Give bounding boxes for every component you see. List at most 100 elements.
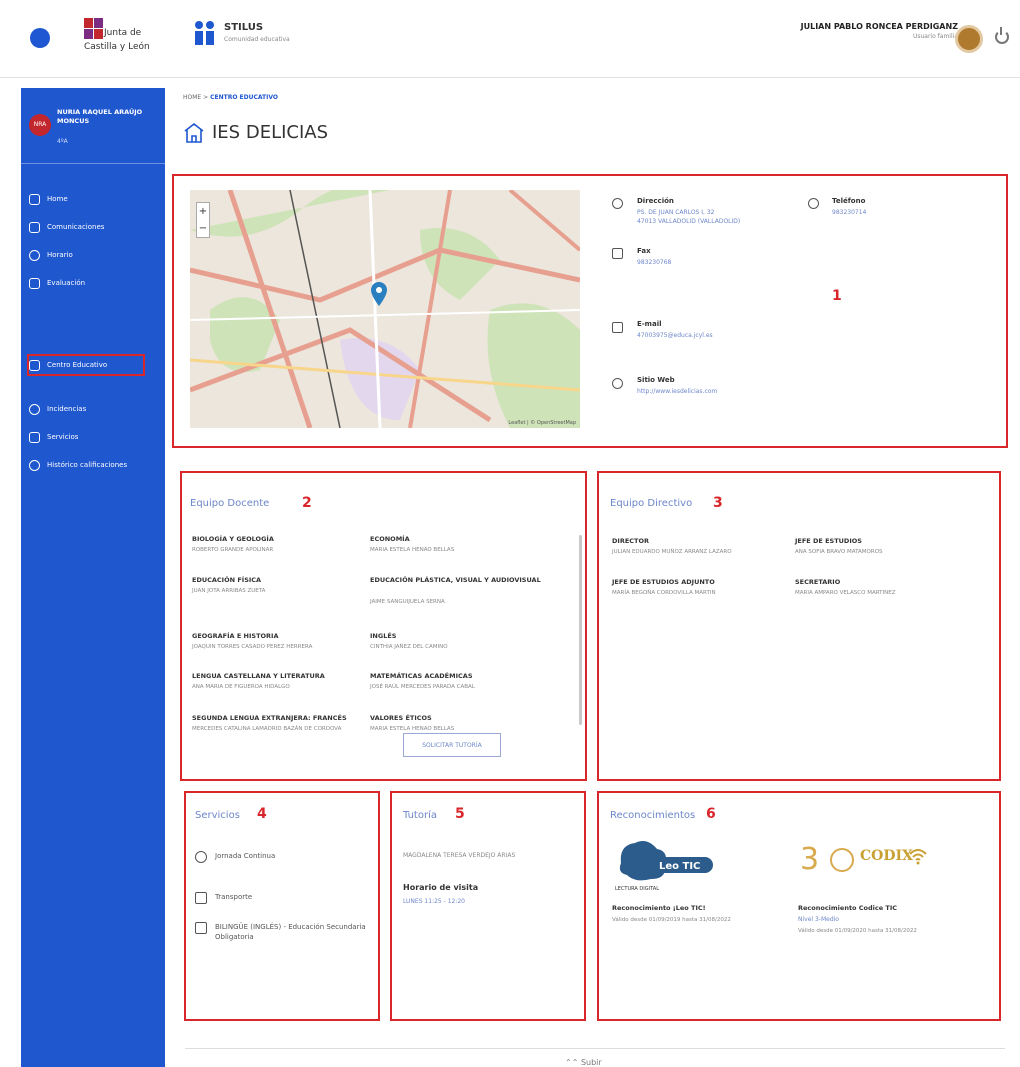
sidebar: NRA NURIA RAQUEL ARAÚJO MONCUS 4ºA Home … — [21, 88, 165, 1067]
sidebar-item-services[interactable]: Servicios — [29, 426, 163, 448]
user-avatar[interactable] — [955, 25, 983, 53]
subject-name: ECONOMÍA — [370, 535, 410, 543]
fax-label: Fax — [637, 247, 651, 255]
sidebar-item-label: Histórico calificaciones — [47, 461, 128, 469]
address-line1: PS. DE JUAN CARLOS I, 32 — [637, 209, 715, 216]
map-pin-icon[interactable] — [371, 282, 387, 306]
services-panel — [184, 791, 380, 1021]
subject-teacher: MARIA ESTELA HENAO BELLAS — [370, 726, 455, 732]
service-item: BILINGÜE (INGLÉS) - Educación Secundaria… — [195, 922, 370, 942]
email-value[interactable]: 47003975@educa.jcyl.es — [637, 331, 807, 340]
sidebar-item-school[interactable]: Centro Educativo — [27, 354, 145, 376]
subject-teacher: ROBERTO GRANDE APOLINAR — [192, 547, 274, 553]
codix-text: CODIX — [860, 848, 913, 864]
panel-number-3: 3 — [713, 495, 723, 511]
management-title: Equipo Directivo — [610, 498, 693, 509]
leo-tic-logo-icon: Leo TIC — [619, 841, 713, 881]
subject-name: EDUCACIÓN PLÁSTICA, VISUAL Y AUDIOVISUAL — [370, 576, 541, 584]
sidebar-divider — [21, 163, 165, 164]
school-map[interactable]: + − Leaflet | © OpenStreetMap — [190, 190, 580, 428]
phone-icon — [808, 198, 819, 209]
student-selector[interactable]: NRA NURIA RAQUEL ARAÚJO MONCUS 4ºA — [29, 106, 165, 156]
sidebar-item-label: Centro Educativo — [47, 361, 108, 369]
user-info[interactable]: JULIAN PABLO RONCEA PERDIGANZ Usuario fa… — [801, 22, 958, 40]
email-label: E-mail — [637, 320, 662, 328]
subject-teacher: JAIME SANGUIJUELA SERNA — [370, 599, 445, 605]
phone-label: Teléfono — [832, 197, 866, 205]
sidebar-item-label: Comunicaciones — [47, 223, 105, 231]
role-person: MARÍA BEGOÑA CORDOVILLA MARTIN — [612, 590, 716, 596]
coat-of-arms-icon — [84, 18, 104, 40]
subject-teacher: MARIA ESTELA HENAO BELLAS — [370, 547, 455, 553]
user-name: JULIAN PABLO RONCEA PERDIGANZ — [800, 22, 958, 31]
panel-number-1: 1 — [832, 288, 842, 304]
recognitions-title: Reconocimientos — [610, 810, 696, 821]
role-name: JEFE DE ESTUDIOS ADJUNTO — [612, 578, 715, 586]
service-label: Transporte — [215, 893, 253, 901]
breadcrumb-home[interactable]: HOME — [183, 94, 201, 101]
history-icon — [29, 459, 40, 471]
subject-teacher: CINTHIA JAÑEZ DEL CAMINO — [370, 644, 448, 650]
sidebar-item-label: Horario — [47, 251, 73, 259]
service-item: Jornada Continua — [195, 851, 370, 863]
subject-name: MATEMÁTICAS ACADÉMICAS — [370, 672, 473, 680]
top-bar: Junta de Castilla y León STILUS Comunida… — [0, 0, 1020, 78]
phone-value: 983230714 — [832, 209, 867, 216]
scroll-top-link[interactable]: ⌃⌃ Subir — [565, 1058, 602, 1067]
role-person: JULIAN EDUARDO MUÑOZ ARRANZ LAZARO — [612, 549, 732, 555]
sidebar-item-home[interactable]: Home — [29, 188, 163, 210]
web-label: Sitio Web — [637, 376, 675, 384]
subject-name: VALORES ÉTICOS — [370, 714, 432, 722]
breadcrumb-current: CENTRO EDUCATIVO — [210, 94, 278, 101]
teachers-title: Equipo Docente — [190, 498, 270, 509]
svg-text:Leo TIC: Leo TIC — [659, 861, 700, 872]
map-attribution[interactable]: Leaflet | © OpenStreetMap — [508, 420, 576, 426]
school-icon — [184, 122, 204, 143]
schedule-label: Horario de visita — [403, 883, 479, 892]
sidebar-item-label: Incidencias — [47, 405, 87, 413]
recognition-validity: Válido desde 01/09/2020 hasta 31/08/2022 — [798, 928, 917, 934]
logo-text-1: Junta de — [104, 28, 142, 38]
tutoring-title: Tutoría — [403, 810, 437, 821]
alert-icon — [29, 403, 40, 415]
logo-text-2: Castilla y León — [84, 42, 150, 52]
sidebar-item-schedule[interactable]: Horario — [29, 244, 163, 266]
school-icon — [29, 359, 40, 371]
sidebar-item-label: Evaluación — [47, 279, 86, 287]
sidebar-item-grade-history[interactable]: Histórico calificaciones — [29, 454, 163, 476]
services-title: Servicios — [195, 810, 240, 821]
panel-number-6: 6 — [706, 806, 716, 822]
subject-name: SEGUNDA LENGUA EXTRANJERA: FRANCÉS — [192, 714, 347, 722]
web-value[interactable]: http://www.iesdelicias.com — [637, 387, 807, 396]
teachers-scrollbar[interactable] — [579, 535, 582, 725]
map-zoom-controls[interactable]: + − — [196, 202, 210, 238]
panel-number-2: 2 — [302, 495, 312, 511]
recognition-level[interactable]: Nivel 3-Medio — [798, 915, 968, 924]
recognition-name: Reconocimiento ¡Leo TIC! — [612, 904, 706, 912]
leo-badge-text: LECTURA DIGITAL — [615, 886, 659, 892]
codix-badge: 3 CODIX — [800, 838, 930, 888]
stilus-brand[interactable]: STILUS Comunidad educativa — [192, 18, 332, 58]
fax-icon — [612, 248, 623, 259]
clock-icon — [29, 249, 40, 261]
breadcrumb-separator: > — [203, 94, 209, 101]
sidebar-item-incidents[interactable]: Incidencias — [29, 398, 163, 420]
service-label: BILINGÜE (INGLÉS) - Educación Secundaria… — [215, 923, 366, 941]
request-tutoring-button[interactable]: SOLICITAR TUTORÍA — [403, 733, 501, 757]
sidebar-item-evaluation[interactable]: Evaluación — [29, 272, 163, 294]
user-role: Usuario familia — [912, 33, 958, 40]
power-icon[interactable] — [995, 27, 1009, 44]
bus-icon — [195, 892, 207, 904]
subject-name: INGLÉS — [370, 632, 397, 640]
subject-teacher: JOAQUIN TORRES CASADO PEREZ HERRERA — [192, 644, 313, 650]
subject-name: EDUCACIÓN FÍSICA — [192, 576, 262, 584]
home-icon — [29, 193, 40, 205]
student-group: 4ºA — [57, 138, 68, 145]
app-menu-icon[interactable] — [30, 28, 50, 48]
sidebar-item-communications[interactable]: Comunicaciones — [29, 216, 163, 238]
subject-teacher: ANA MARIA DE FIGUEROA HIDALGO — [192, 684, 290, 690]
student-avatar: NRA — [29, 114, 51, 136]
location-icon — [612, 198, 623, 209]
role-person: ANA SOFIA BRAVO MATAMOROS — [795, 549, 883, 555]
map-tiles — [190, 190, 580, 428]
